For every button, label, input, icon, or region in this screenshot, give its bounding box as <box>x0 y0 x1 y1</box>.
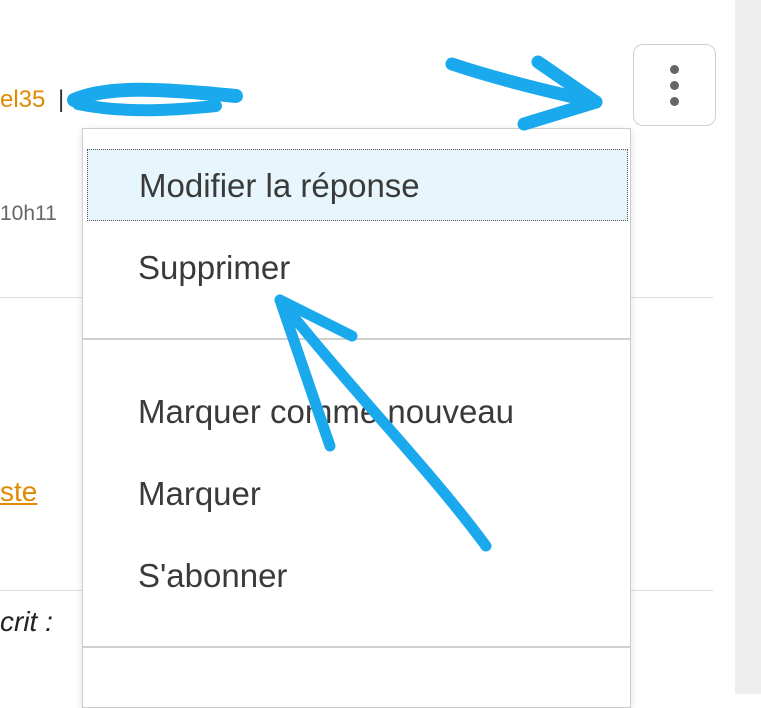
menu-item-supprimer[interactable]: Supprimer <box>83 251 630 284</box>
redaction-scribble <box>67 82 243 117</box>
ellipsis-dot-icon <box>670 80 679 90</box>
options-menu-button[interactable] <box>633 44 716 126</box>
ellipsis-dot-icon <box>670 96 679 106</box>
ellipsis-dot-icon <box>670 64 679 74</box>
options-dropdown-menu: Modifier la réponse Supprimer Marquer co… <box>82 128 631 708</box>
arrow-to-options-button <box>445 55 603 131</box>
post-link[interactable]: ste <box>0 476 37 508</box>
page-scroll-gutter <box>735 0 761 694</box>
menu-item-marquer[interactable]: Marquer <box>83 477 630 510</box>
author-name-link[interactable]: el35 <box>0 86 45 114</box>
post-timestamp: 10h11 <box>0 202 57 225</box>
menu-item-modifier-la-reponse[interactable]: Modifier la réponse <box>87 149 628 221</box>
menu-separator <box>83 338 630 340</box>
menu-item-marquer-comme-nouveau[interactable]: Marquer comme nouveau <box>83 395 630 428</box>
quote-header: crit : <box>0 606 53 637</box>
menu-item-sabonner[interactable]: S'abonner <box>83 559 630 592</box>
menu-separator <box>83 646 630 648</box>
author-separator: | <box>58 86 65 113</box>
